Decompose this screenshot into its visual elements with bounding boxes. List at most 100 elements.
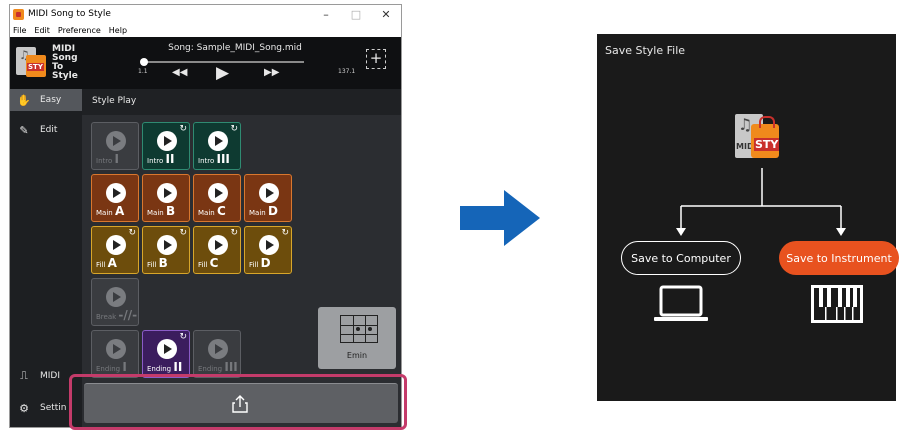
add-button[interactable]: + [366, 49, 386, 69]
play-icon [106, 339, 126, 359]
menu-preference[interactable]: Preference [58, 26, 101, 35]
style-file-icon: ♫ MIDI STY [735, 112, 780, 162]
pad-intro-3[interactable]: ↻ Intro III [193, 122, 241, 170]
play-icon [106, 287, 126, 307]
save-to-computer-button[interactable]: Save to Computer [621, 241, 741, 275]
gear-icon: ⚙ [19, 401, 29, 415]
piano-keyboard-icon [811, 285, 863, 323]
app-icon [13, 8, 24, 20]
pad-label: Intro II [147, 152, 175, 166]
section-title: Style Play [82, 89, 401, 115]
menu-bar: File Edit Preference Help [10, 23, 401, 37]
play-icon [208, 131, 228, 151]
pad-label: Main C [198, 204, 226, 218]
loop-icon: ↻ [230, 124, 238, 134]
rewind-button[interactable]: ◀◀ [172, 67, 187, 78]
save-style-dialog: Save Style File ♫ MIDI STY Save to Compu… [597, 34, 899, 401]
pad-ending-3[interactable]: Ending III [193, 330, 241, 378]
pad-label: Ending I [96, 360, 127, 374]
sidebar-item-label: Settin [40, 403, 67, 413]
loop-icon: ↻ [179, 332, 187, 342]
play-icon [157, 339, 177, 359]
play-icon [157, 183, 177, 203]
pad-fill-1[interactable]: ↻ Fill A [91, 226, 139, 274]
song-title: Song: Sample_MIDI_Song.mid [168, 43, 302, 53]
pad-main-4[interactable]: Main D [244, 174, 292, 222]
play-icon [106, 131, 126, 151]
close-button[interactable]: ✕ [371, 5, 401, 23]
share-export-icon [232, 395, 248, 413]
pad-main-2[interactable]: Main B [142, 174, 190, 222]
menu-edit[interactable]: Edit [34, 26, 50, 35]
play-icon [106, 235, 126, 255]
chord-name: Emin [346, 351, 368, 360]
pad-label: Fill B [147, 256, 168, 270]
chord-button[interactable]: Emin [318, 307, 396, 369]
pad-main-3[interactable]: Main C [193, 174, 241, 222]
branch-arrows-icon [676, 168, 846, 236]
sidebar-item-edit[interactable]: ✎ Edit [10, 119, 82, 141]
pad-label: Ending III [198, 360, 238, 374]
play-icon [208, 235, 228, 255]
pad-ending-1[interactable]: Ending I [91, 330, 139, 378]
pad-label: Fill C [198, 256, 219, 270]
sidebar-item-label: Edit [40, 125, 58, 135]
pad-label: Intro I [96, 152, 119, 166]
pad-label: Fill A [96, 256, 117, 270]
app-logo-icon [16, 45, 46, 79]
pad-fill-3[interactable]: ↻ Fill C [193, 226, 241, 274]
pad-label: Main B [147, 204, 176, 218]
pad-label: Main D [249, 204, 278, 218]
pad-label: Break -//- [96, 308, 138, 322]
minimize-button[interactable]: – [311, 5, 341, 23]
menu-file[interactable]: File [13, 26, 26, 35]
flow-arrow-icon [460, 190, 540, 246]
loop-icon: ↻ [128, 228, 136, 238]
play-icon [259, 183, 279, 203]
play-button[interactable]: ▶ [216, 63, 229, 83]
window-title: MIDI Song to Style [28, 9, 111, 19]
midi-icon: ⎍ [20, 369, 28, 382]
pad-label: Ending II [147, 360, 183, 374]
maximize-button[interactable]: □ [341, 5, 371, 23]
pad-fill-4[interactable]: ↻ Fill D [244, 226, 292, 274]
play-icon [208, 183, 228, 203]
laptop-icon [654, 285, 708, 321]
seek-knob[interactable] [140, 58, 148, 66]
play-icon [106, 183, 126, 203]
export-button[interactable] [84, 383, 398, 423]
pad-fill-2[interactable]: ↻ Fill B [142, 226, 190, 274]
app-window: MIDI Song to Style – □ ✕ File Edit Prefe… [9, 4, 402, 428]
loop-icon: ↻ [281, 228, 289, 238]
loop-icon: ↻ [230, 228, 238, 238]
seek-end-label: 137.1 [338, 68, 356, 75]
pad-intro-1[interactable]: Intro I [91, 122, 139, 170]
sidebar-item-easy[interactable]: ✋ Easy [10, 89, 82, 111]
pad-label: Main A [96, 204, 125, 218]
pad-intro-2[interactable]: ↻ Intro II [142, 122, 190, 170]
dialog-title: Save Style File [605, 44, 686, 57]
pad-label: Fill D [249, 256, 271, 270]
play-icon [259, 235, 279, 255]
fast-forward-button[interactable]: ▶▶ [264, 67, 279, 78]
pad-break-1[interactable]: Break -//- [91, 278, 139, 326]
loop-icon: ↻ [179, 228, 187, 238]
save-to-instrument-button[interactable]: Save to Instrument [779, 241, 899, 275]
pad-main-1[interactable]: Main A [91, 174, 139, 222]
play-icon [157, 235, 177, 255]
window-controls: – □ ✕ [311, 5, 401, 23]
edit-icon: ✎ [19, 123, 29, 137]
loop-icon: ↻ [179, 124, 187, 134]
menu-help[interactable]: Help [109, 26, 127, 35]
transport-header: MIDI Song To Style Song: Sample_MIDI_Son… [10, 37, 401, 89]
seek-start-label: 1.1 [138, 68, 148, 75]
logo-text: MIDI Song To Style [52, 44, 78, 81]
pad-label: Intro III [198, 152, 230, 166]
sidebar-item-label: Easy [40, 95, 62, 105]
pad-ending-2[interactable]: ↻ Ending II [142, 330, 190, 378]
play-icon [208, 339, 228, 359]
sidebar-item-label: MIDI [40, 371, 61, 381]
hand-icon: ✋ [17, 93, 31, 107]
title-bar: MIDI Song to Style – □ ✕ [10, 5, 401, 23]
chord-diagram-icon [340, 315, 378, 343]
